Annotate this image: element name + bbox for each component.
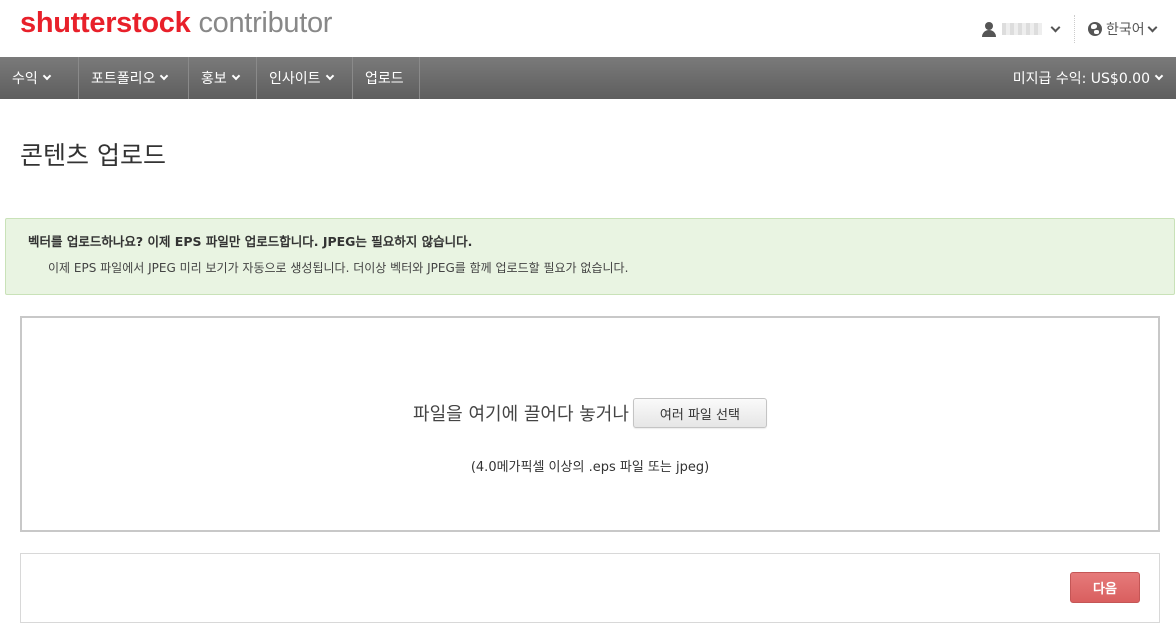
nav-item-insights[interactable]: 인사이트 [257, 57, 353, 99]
drop-row: 파일을 여기에 끌어다 놓거나 여러 파일 선택 [22, 398, 1158, 428]
language-selector[interactable]: 한국어 [1088, 18, 1158, 40]
page-title: 콘텐츠 업로드 [20, 141, 166, 170]
user-icon [982, 21, 996, 37]
select-files-button[interactable]: 여러 파일 선택 [632, 398, 767, 428]
file-drop-zone[interactable]: 파일을 여기에 끌어다 놓거나 여러 파일 선택 (4.0메가픽셀 이상의 .e… [20, 316, 1160, 532]
nav-item-label: 업로드 [365, 71, 404, 87]
globe-icon [1088, 22, 1102, 36]
top-header: shutterstock contributor 한국어 [0, 0, 1176, 57]
nav-item-portfolio[interactable]: 포트폴리오 [79, 57, 189, 99]
chevron-down-icon [231, 71, 241, 81]
drop-prompt: 파일을 여기에 끌어다 놓거나 [413, 404, 629, 425]
user-name-redacted [1002, 23, 1042, 35]
vector-upload-notice: 벡터를 업로드하나요? 이제 EPS 파일만 업로드합니다. JPEG는 필요하… [5, 218, 1175, 295]
nav-item-label: 수익 [12, 71, 38, 87]
chevron-down-icon [325, 71, 334, 81]
next-button[interactable]: 다음 [1070, 572, 1140, 603]
user-account-menu[interactable] [982, 18, 1061, 40]
unpaid-earnings-label: 미지급 수익: US$0.00 [1012, 71, 1150, 87]
language-label: 한국어 [1106, 22, 1145, 38]
upload-footer [20, 553, 1160, 623]
notice-title: 벡터를 업로드하나요? 이제 EPS 파일만 업로드합니다. JPEG는 필요하… [28, 234, 473, 249]
chevron-down-icon [1050, 22, 1061, 32]
nav-item-label: 포트폴리오 [91, 71, 156, 87]
nav-item-earnings[interactable]: 수익 [0, 57, 79, 99]
main-nav: 수익 포트폴리오 홍보 인사이트 업로드 미지급 수익: US$0.00 [0, 57, 1176, 99]
shutterstock-contributor-logo[interactable]: shutterstock contributor [20, 7, 332, 40]
nav-item-promote[interactable]: 홍보 [189, 57, 257, 99]
nav-item-label: 홍보 [201, 71, 227, 87]
logo-sub: contributor [198, 7, 333, 39]
nav-item-upload[interactable]: 업로드 [353, 57, 420, 99]
file-requirements-hint: (4.0메가픽셀 이상의 .eps 파일 또는 jpeg) [470, 460, 710, 475]
chevron-down-icon [160, 71, 169, 81]
chevron-down-icon [42, 71, 52, 81]
unpaid-earnings-menu[interactable]: 미지급 수익: US$0.00 [1012, 57, 1164, 99]
logo-brand: shutterstock [20, 7, 191, 39]
notice-body: 이제 EPS 파일에서 JPEG 미리 보기가 자동으로 생성됩니다. 더이상 … [48, 261, 629, 275]
chevron-down-icon [1147, 22, 1158, 32]
chevron-down-icon [1154, 71, 1164, 81]
header-divider [1074, 15, 1075, 43]
nav-item-label: 인사이트 [269, 71, 321, 87]
